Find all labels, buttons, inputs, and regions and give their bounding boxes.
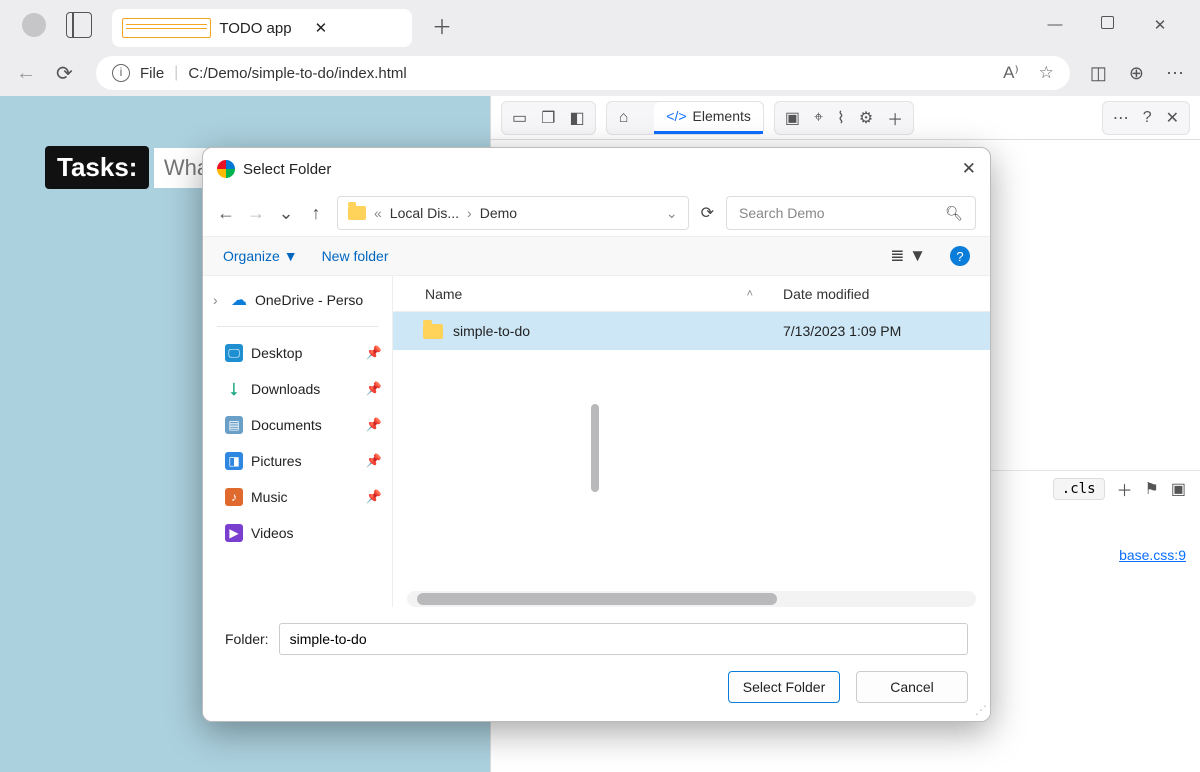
dialog-title: Select Folder bbox=[243, 161, 331, 178]
inspect-icon[interactable]: ▭ bbox=[512, 108, 527, 128]
new-folder-button[interactable]: New folder bbox=[322, 248, 389, 264]
crumb-refresh-icon[interactable]: ⟳ bbox=[701, 203, 714, 223]
more-tabs-icon[interactable]: ＋ bbox=[887, 106, 903, 130]
stylesheet-link[interactable]: base.css:9 bbox=[1119, 547, 1186, 563]
nav-tree: ›☁OneDrive - Perso 🖵Desktop📌 ⭣Downloads📌… bbox=[203, 276, 393, 607]
site-info-icon[interactable]: i bbox=[112, 64, 130, 82]
cloud-icon: ☁ bbox=[231, 290, 247, 310]
minimize-button[interactable]: ― bbox=[1045, 16, 1065, 34]
issues-icon[interactable]: ⌖ bbox=[814, 109, 823, 127]
tree-documents[interactable]: ▤Documents📌 bbox=[203, 407, 392, 443]
tree-onedrive[interactable]: ›☁OneDrive - Perso bbox=[203, 282, 392, 318]
folder-icon bbox=[348, 206, 366, 220]
tree-videos[interactable]: ▶Videos bbox=[203, 515, 392, 551]
music-icon: ♪ bbox=[225, 488, 243, 506]
pictures-icon: ◨ bbox=[225, 452, 243, 470]
help-icon[interactable]: ? bbox=[1143, 109, 1152, 127]
crumb-folder[interactable]: Demo bbox=[480, 205, 517, 221]
crumb-disk[interactable]: Local Dis... bbox=[390, 205, 459, 221]
dock-icon[interactable]: ◧ bbox=[569, 108, 584, 128]
nav-back-icon[interactable]: ← bbox=[217, 203, 235, 224]
nav-recent-icon[interactable]: ⌄ bbox=[277, 203, 295, 224]
maximize-button[interactable] bbox=[1101, 16, 1114, 29]
select-folder-dialog: Select Folder ✕ ← → ⌄ ↑ « Local Dis... ›… bbox=[202, 147, 991, 722]
address-bar[interactable]: i File | C:/Demo/simple-to-do/index.html… bbox=[96, 56, 1070, 90]
collections-icon[interactable]: ⊕ bbox=[1129, 63, 1144, 84]
sort-indicator-icon: ˄ bbox=[747, 288, 753, 300]
videos-icon: ▶ bbox=[225, 524, 243, 542]
window-controls: ― ✕ bbox=[1045, 16, 1200, 34]
download-icon: ⭣ bbox=[225, 380, 243, 398]
split-screen-icon[interactable]: ◫ bbox=[1090, 63, 1107, 84]
welcome-tab[interactable]: ⌂ bbox=[607, 102, 641, 134]
search-icon: 🔍︎ bbox=[945, 205, 963, 222]
network-conditions-icon[interactable]: ⌇ bbox=[837, 108, 845, 128]
browser-tab[interactable]: TODO app ✕ bbox=[112, 9, 412, 47]
devtools-toolbar: ▭ ❐ ◧ ⌂ </>Elements ▣ ⌖ ⌇ ⚙ ＋ ⋯ ? ✕ bbox=[491, 96, 1200, 140]
tab-title: TODO app bbox=[219, 20, 306, 37]
pin-icon: 📌 bbox=[366, 417, 382, 433]
folder-icon bbox=[423, 324, 443, 339]
list-item[interactable]: simple-to-do 7/13/2023 1:09 PM bbox=[393, 312, 990, 350]
nav-forward-icon[interactable]: → bbox=[247, 203, 265, 224]
desktop-icon: 🖵 bbox=[225, 344, 243, 362]
new-style-rule-icon[interactable]: ＋ bbox=[1117, 477, 1133, 501]
resize-grip-icon[interactable]: ⋰ bbox=[975, 703, 984, 717]
device-emulation-icon[interactable]: ❐ bbox=[541, 108, 555, 128]
folder-input-label: Folder: bbox=[225, 631, 269, 647]
flex-icon[interactable]: ⚑ bbox=[1145, 479, 1159, 499]
window-titlebar: TODO app ✕ ＋ ― ✕ bbox=[0, 0, 1200, 50]
folder-search-input[interactable]: Search Demo 🔍︎ bbox=[726, 196, 976, 230]
help-badge-icon[interactable]: ? bbox=[950, 246, 970, 266]
page-heading: Tasks: bbox=[45, 146, 149, 189]
tab-actions-icon[interactable] bbox=[66, 12, 92, 38]
tree-desktop[interactable]: 🖵Desktop📌 bbox=[203, 335, 392, 371]
refresh-button[interactable]: ⟳ bbox=[56, 61, 76, 86]
url-text: C:/Demo/simple-to-do/index.html bbox=[188, 65, 406, 82]
tree-downloads[interactable]: ⭣Downloads📌 bbox=[203, 371, 392, 407]
organize-menu[interactable]: Organize ▼ bbox=[223, 248, 298, 264]
more-menu-icon[interactable]: ⋯ bbox=[1166, 63, 1184, 84]
box-model-icon[interactable]: ▣ bbox=[1171, 479, 1186, 499]
dialog-close-icon[interactable]: ✕ bbox=[962, 159, 976, 179]
chevron-down-icon[interactable]: ⌄ bbox=[666, 205, 678, 222]
home-icon: ⌂ bbox=[619, 109, 629, 127]
devtools-close-icon[interactable]: ✕ bbox=[1166, 108, 1179, 128]
elements-tab[interactable]: </>Elements bbox=[654, 102, 763, 134]
view-options-icon[interactable]: ≣ ▼ bbox=[890, 246, 926, 266]
document-icon: ▤ bbox=[225, 416, 243, 434]
tree-scrollbar[interactable] bbox=[591, 404, 599, 492]
close-window-button[interactable]: ✕ bbox=[1150, 16, 1170, 34]
profile-avatar[interactable] bbox=[22, 13, 46, 37]
pin-icon: 📌 bbox=[366, 381, 382, 397]
console-icon[interactable]: ▣ bbox=[785, 108, 800, 128]
back-button[interactable]: ← bbox=[16, 62, 36, 85]
settings-gear-icon[interactable]: ⚙ bbox=[859, 108, 873, 128]
favorite-icon[interactable]: ☆ bbox=[1039, 63, 1054, 83]
list-header[interactable]: Name˄ Date modified bbox=[393, 276, 990, 312]
page-icon bbox=[122, 18, 211, 38]
horizontal-scrollbar[interactable] bbox=[407, 591, 976, 607]
url-scheme: File bbox=[140, 65, 164, 82]
app-icon bbox=[217, 160, 235, 178]
pin-icon: 📌 bbox=[366, 489, 382, 505]
tree-music[interactable]: ♪Music📌 bbox=[203, 479, 392, 515]
folder-name-input[interactable] bbox=[279, 623, 968, 655]
address-bar-row: ← ⟳ i File | C:/Demo/simple-to-do/index.… bbox=[0, 50, 1200, 96]
read-aloud-icon[interactable]: A⁾ bbox=[1003, 63, 1019, 83]
cancel-button[interactable]: Cancel bbox=[856, 671, 968, 703]
select-folder-button[interactable]: Select Folder bbox=[728, 671, 840, 703]
breadcrumb[interactable]: « Local Dis... › Demo ⌄ bbox=[337, 196, 689, 230]
pin-icon: 📌 bbox=[366, 453, 382, 469]
tree-pictures[interactable]: ◨Pictures📌 bbox=[203, 443, 392, 479]
nav-up-icon[interactable]: ↑ bbox=[307, 203, 325, 224]
new-tab-button[interactable]: ＋ bbox=[432, 11, 452, 40]
pin-icon: 📌 bbox=[366, 345, 382, 361]
close-tab-icon[interactable]: ✕ bbox=[315, 19, 402, 37]
devtools-more-icon[interactable]: ⋯ bbox=[1113, 108, 1129, 128]
cls-toggle[interactable]: .cls bbox=[1053, 478, 1105, 500]
